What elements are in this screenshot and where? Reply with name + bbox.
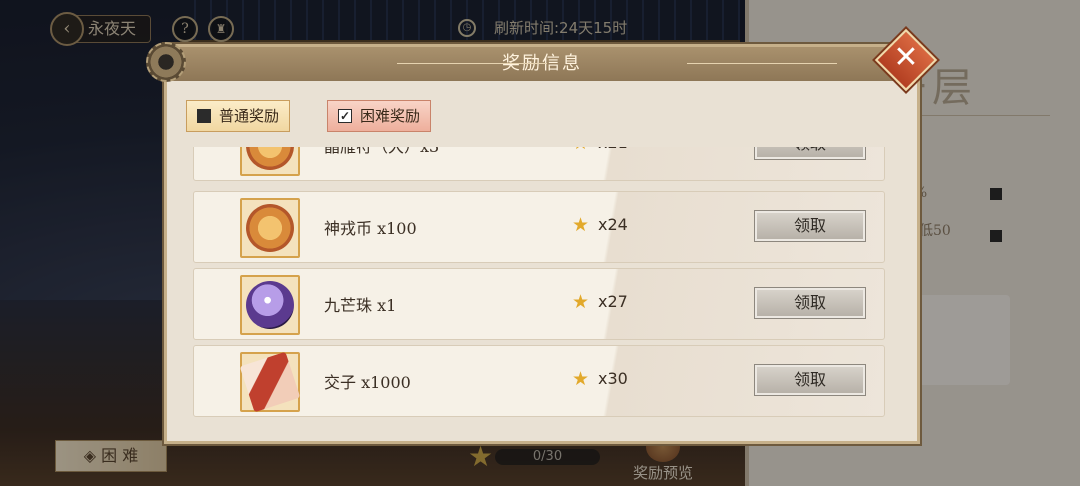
claim-button[interactable]: 领取 (754, 147, 866, 160)
item-name: 九芒珠 x1 (324, 296, 397, 315)
star-requirement: x27 (598, 292, 628, 311)
star-icon: ★ (572, 291, 590, 313)
checkbox-normal[interactable] (197, 109, 211, 123)
item-name: 交子 x1000 (324, 373, 411, 392)
header-divider-left (397, 63, 547, 64)
orb-icon (246, 281, 294, 329)
star-requirement: x21 (598, 147, 628, 152)
reward-row: 神戎币 x100 ★ x24 领取 (193, 191, 885, 263)
item-frame[interactable] (240, 198, 300, 258)
filter-hard-label: 困难奖励 (360, 107, 421, 125)
filter-normal-label: 普通奖励 (219, 107, 280, 125)
claim-button[interactable]: 领取 (754, 210, 866, 242)
star-requirement: x30 (598, 369, 628, 388)
dialog-header: 奖励信息 (167, 47, 917, 81)
star-icon: ★ (572, 147, 589, 154)
talisman-icon (246, 147, 294, 170)
checkbox-hard[interactable]: ✓ (338, 109, 352, 123)
gear-icon (146, 42, 186, 82)
paper-icon (239, 351, 301, 413)
item-frame[interactable] (240, 275, 300, 335)
reward-row: 晶雁符（大）x3 ★ x21 领取 (193, 147, 885, 181)
reward-row: 九芒珠 x1 ★ x27 领取 (193, 268, 885, 340)
item-name: 晶雁符（大）x3 (324, 147, 439, 157)
item-frame[interactable] (240, 147, 300, 176)
filter-hard-rewards[interactable]: ✓ 困难奖励 (327, 100, 432, 132)
reward-row: 交子 x1000 ★ x30 领取 (193, 345, 885, 417)
star-icon: ★ (572, 214, 590, 236)
coin-icon (246, 204, 294, 252)
filter-normal-rewards[interactable]: 普通奖励 (186, 100, 291, 132)
star-requirement: x24 (598, 215, 628, 234)
header-divider-right (687, 63, 837, 64)
reward-info-dialog: 奖励信息 普通奖励 ✓ 困难奖励 晶雁符（大）x3 ★ x21 领取 神戎币 x… (164, 44, 920, 444)
close-icon[interactable]: ✕ (884, 36, 928, 80)
star-icon: ★ (572, 368, 590, 390)
item-frame[interactable] (239, 351, 301, 413)
item-name: 神戎币 x100 (324, 219, 417, 238)
claim-button[interactable]: 领取 (754, 364, 866, 396)
claim-button[interactable]: 领取 (754, 287, 866, 319)
reward-list[interactable]: 晶雁符（大）x3 ★ x21 领取 神戎币 x100 ★ x24 领取 九芒珠 … (193, 147, 885, 419)
